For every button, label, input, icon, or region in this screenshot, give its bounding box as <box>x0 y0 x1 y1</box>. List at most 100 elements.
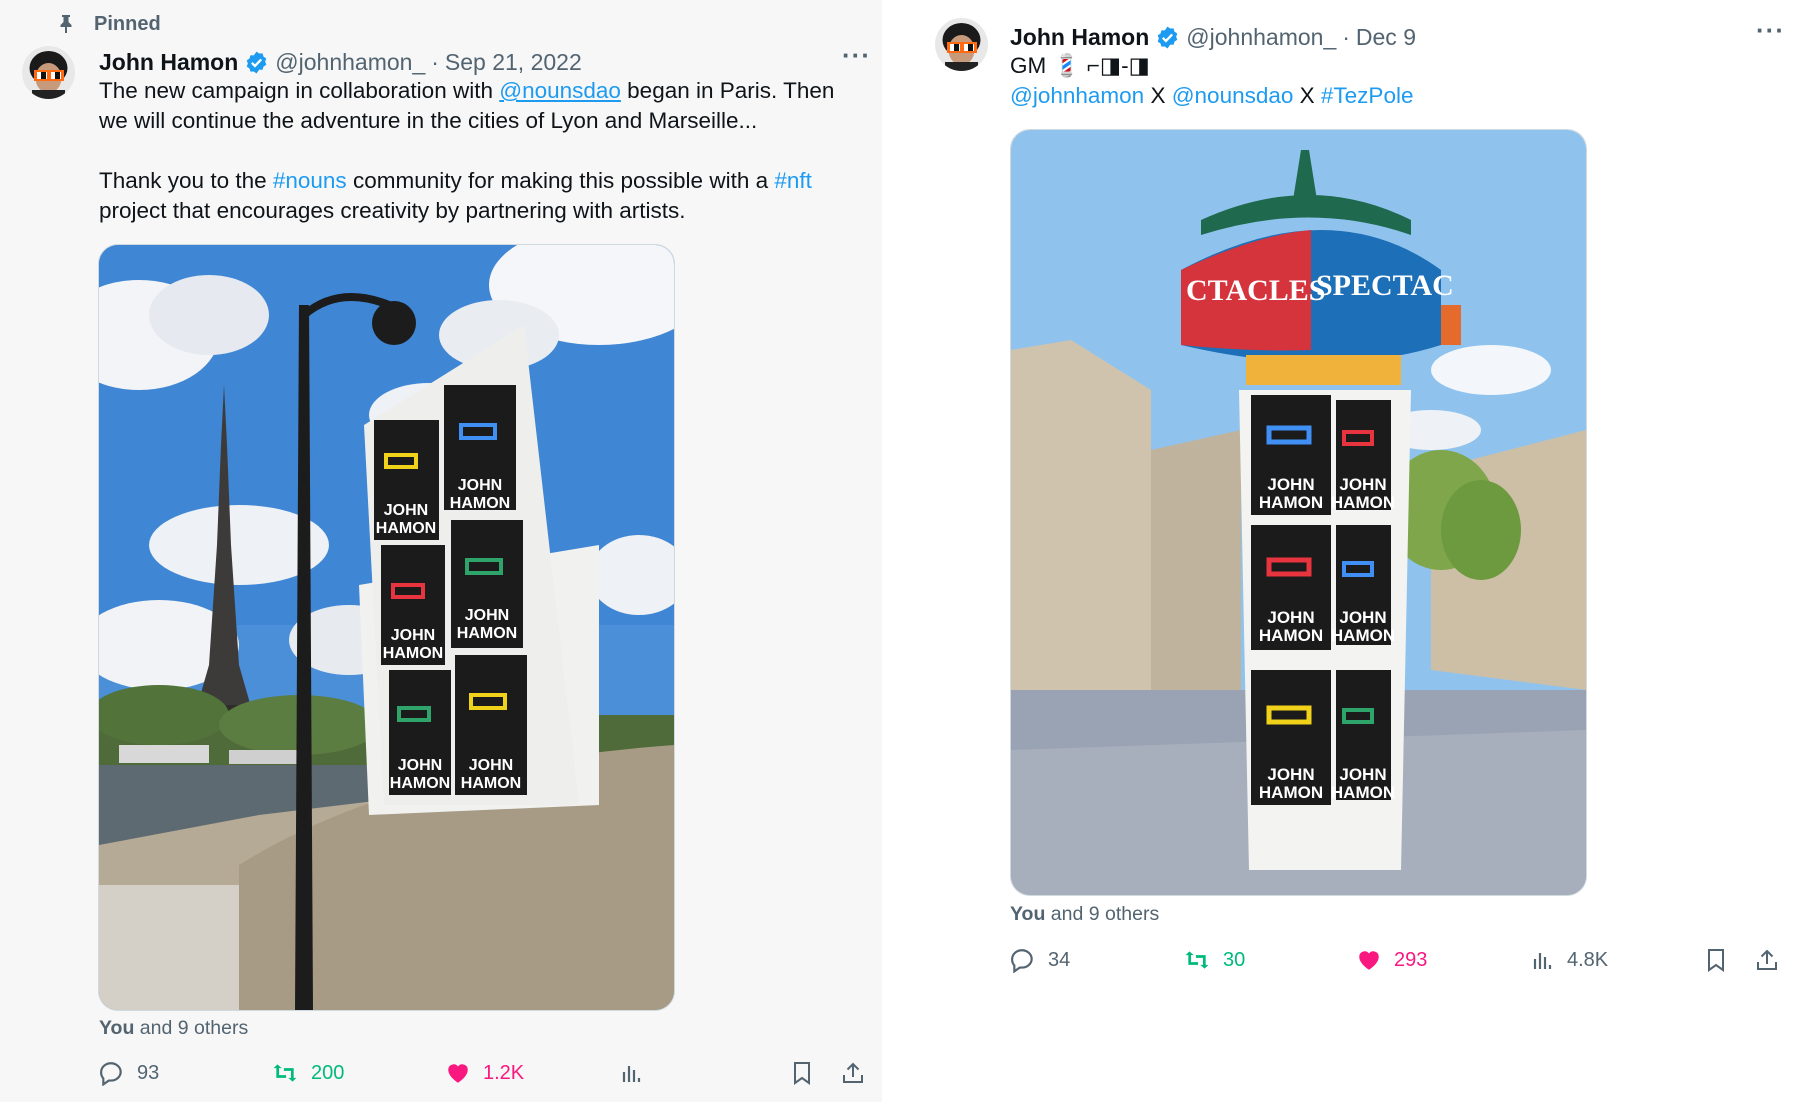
like-count: 293 <box>1394 948 1428 971</box>
text-segment: X <box>1293 83 1321 108</box>
bookmark-button[interactable] <box>1704 947 1740 973</box>
liked-by-summary[interactable]: You and 9 others <box>1010 903 1159 926</box>
bookmark-icon <box>1708 949 1724 972</box>
poster-text-line2: HAMON <box>1259 493 1323 512</box>
reply-button[interactable]: 93 <box>99 1060 159 1086</box>
mention-link[interactable]: @johnhamon <box>1010 83 1144 108</box>
poster-text-line2: HAMON <box>450 495 510 512</box>
views-button[interactable] <box>620 1060 656 1086</box>
bookmark-button[interactable] <box>790 1060 826 1086</box>
poster-text-line1: JOHN <box>1339 608 1386 627</box>
views-icon <box>1533 953 1552 969</box>
reply-count: 93 <box>137 1061 160 1084</box>
poster-text-line1: JOHN <box>1339 475 1386 494</box>
avatar[interactable] <box>22 46 75 99</box>
tweet[interactable]: John Hamon @johnhamon_ · Dec 9 ··· GM 💈 … <box>916 0 1800 987</box>
reply-icon <box>1011 949 1033 973</box>
poster-text-line1: JOHN <box>469 757 513 774</box>
author-handle[interactable]: @johnhamon_ <box>275 49 425 76</box>
bookmark-icon <box>794 1062 810 1085</box>
tweet-date[interactable]: Dec 9 <box>1356 24 1416 51</box>
verified-badge-icon <box>1157 26 1178 49</box>
poster-text-line2: HAMON <box>390 775 450 792</box>
author-name[interactable]: John Hamon <box>99 49 238 76</box>
poster-text-line1: JOHN <box>384 502 428 519</box>
tweet-header: John Hamon @johnhamon_ · Sep 21, 2022 <box>99 45 582 76</box>
reply-button[interactable]: 34 <box>1010 947 1070 973</box>
pinned-tweet[interactable]: Pinned John Hamon @johnhamon_ · Sep 21, … <box>0 0 882 1102</box>
tweet-paragraph: The new campaign in collaboration with @… <box>99 76 869 136</box>
poster-text-line1: JOHN <box>1267 608 1314 627</box>
poster-text-line2: HAMON <box>1331 783 1395 802</box>
tweet-paragraph: Thank you to the #nouns community for ma… <box>99 166 869 226</box>
photo-morris-column: CTACLES SPECTAC JOHN HAMON JOHN HAMON JO… <box>1011 130 1586 895</box>
text-segment: Thank you to the <box>99 168 273 193</box>
share-button[interactable] <box>1755 947 1791 973</box>
repost-button[interactable]: 200 <box>271 1060 344 1086</box>
liker-others: and 9 others <box>134 1017 249 1039</box>
share-icon <box>1757 949 1777 970</box>
hashtag-link[interactable]: #nft <box>774 168 812 193</box>
hashtag-link[interactable]: #nouns <box>273 168 347 193</box>
share-button[interactable] <box>841 1060 877 1086</box>
views-icon <box>622 1066 641 1082</box>
more-options-icon[interactable]: ··· <box>842 40 871 71</box>
poster-text-line2: HAMON <box>1259 783 1323 802</box>
poster-text-line2: HAMON <box>1331 626 1395 645</box>
poster-text-line2: HAMON <box>383 645 443 662</box>
repost-icon <box>1185 951 1209 969</box>
poster-text-line1: JOHN <box>1339 765 1386 784</box>
liked-by-summary[interactable]: You and 9 others <box>99 1017 248 1040</box>
liker-you: You <box>1010 903 1046 925</box>
verified-badge-icon <box>246 51 267 74</box>
poster-text-line1: JOHN <box>398 757 442 774</box>
liker-others: and 9 others <box>1045 903 1160 925</box>
photo-eiffel-poster-wall: JOHN HAMON JOHN HAMON JOHN HAMON JOHN HA… <box>99 245 674 1010</box>
tweet-line: @johnhamon X @nounsdao X #TezPole <box>1010 81 1770 111</box>
poster-text-line1: JOHN <box>465 607 509 624</box>
text-segment: The new campaign in collaboration with <box>99 78 500 103</box>
text-segment: X <box>1144 83 1172 108</box>
tweet-line: GM 💈 ⌐◨-◨ <box>1010 53 1150 78</box>
text-segment: project that encourages creativity by pa… <box>99 198 686 223</box>
pinned-label: Pinned <box>94 12 161 35</box>
views-button[interactable]: 4.8K <box>1531 947 1608 973</box>
poster-text-line2: HAMON <box>1259 626 1323 645</box>
mention-link[interactable]: @nounsdao <box>499 78 621 103</box>
like-button[interactable]: 1.2K <box>445 1060 524 1086</box>
column-band-text-right: SPECTAC <box>1316 269 1454 302</box>
repost-count: 30 <box>1223 948 1246 971</box>
pinned-indicator: Pinned <box>59 12 161 36</box>
author-handle[interactable]: @johnhamon_ <box>1186 24 1336 51</box>
poster-text-line2: HAMON <box>457 625 517 642</box>
repost-button[interactable]: 30 <box>1183 947 1245 973</box>
tweet-text: The new campaign in collaboration with @… <box>99 76 869 226</box>
repost-count: 200 <box>311 1061 345 1084</box>
tweet-header: John Hamon @johnhamon_ · Dec 9 <box>1010 20 1416 51</box>
header-separator: · <box>431 49 439 75</box>
more-options-icon[interactable]: ··· <box>1756 15 1785 46</box>
poster-text-line1: JOHN <box>458 477 502 494</box>
heart-icon <box>448 1064 468 1083</box>
reply-count: 34 <box>1048 948 1071 971</box>
avatar[interactable] <box>935 18 988 71</box>
poster-text-line2: HAMON <box>376 520 436 537</box>
share-icon <box>843 1062 863 1083</box>
poster-text-line1: JOHN <box>1267 475 1314 494</box>
mention-link[interactable]: @nounsdao <box>1172 83 1294 108</box>
reply-icon <box>100 1062 122 1086</box>
tweet-date[interactable]: Sep 21, 2022 <box>445 49 582 76</box>
tweet-photo[interactable]: CTACLES SPECTAC JOHN HAMON JOHN HAMON JO… <box>1010 129 1587 896</box>
text-segment: community for making this possible with … <box>346 168 775 193</box>
tweet-text: GM 💈 ⌐◨-◨ @johnhamon X @nounsdao X #TezP… <box>1010 51 1770 111</box>
pin-icon <box>60 15 72 33</box>
column-band-text-left: CTACLES <box>1186 274 1325 307</box>
like-button[interactable]: 293 <box>1356 947 1427 973</box>
hashtag-link[interactable]: #TezPole <box>1321 83 1414 108</box>
poster-text-line1: JOHN <box>391 627 435 644</box>
view-count: 4.8K <box>1567 948 1609 971</box>
heart-icon <box>1359 951 1379 970</box>
poster-text-line1: JOHN <box>1267 765 1314 784</box>
author-name[interactable]: John Hamon <box>1010 24 1149 51</box>
tweet-photo[interactable]: JOHN HAMON JOHN HAMON JOHN HAMON JOHN HA… <box>98 244 675 1011</box>
